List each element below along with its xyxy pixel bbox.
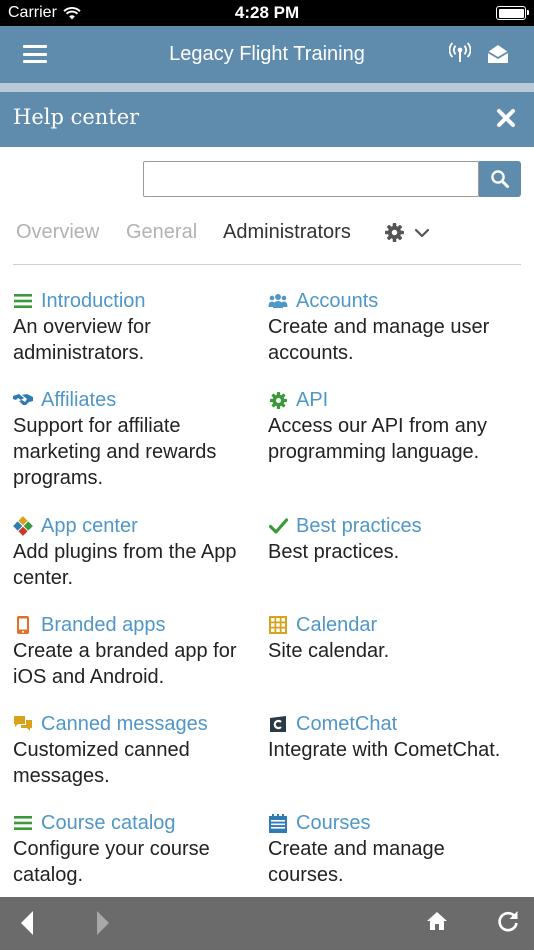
home-icon[interactable] [426,911,448,931]
topic-title[interactable]: Affiliates [41,389,116,412]
search-input[interactable] [143,161,479,197]
topic-title[interactable]: Branded apps [41,614,166,637]
checkmark-icon [268,516,288,536]
handshake-icon [13,390,33,410]
forward-arrow-icon[interactable] [95,910,111,936]
topic-title[interactable]: App center [41,515,138,538]
tab-overview[interactable]: Overview [16,221,99,244]
topic-description: Create a branded app for iOS and Android… [13,640,237,688]
list-icon [13,813,33,833]
topic-description: Integrate with CometChat. [268,739,501,761]
topic-title[interactable]: Introduction [41,290,146,313]
gear-icon [385,223,404,242]
calendar-list-icon [268,813,288,833]
topic-description: Configure your course catalog. [13,838,210,886]
close-icon[interactable] [496,108,516,128]
topic-accounts[interactable]: Accounts Create and manage user accounts… [268,289,518,366]
bottom-toolbar [0,897,534,950]
battery-icon [496,6,529,20]
topic-title[interactable]: Accounts [296,290,378,313]
status-bar: Carrier 4:28 PM [0,0,534,26]
topic-api[interactable]: API Access our API from any programming … [268,388,518,465]
chat-bubbles-icon [13,714,33,734]
envelope-icon[interactable] [486,43,510,65]
topic-title[interactable]: Calendar [296,614,377,637]
tab-general[interactable]: General [126,221,197,244]
topic-title[interactable]: Course catalog [41,812,176,835]
list-icon [13,291,33,311]
refresh-icon[interactable] [496,909,520,933]
tab-settings-menu[interactable] [384,222,430,243]
topic-cometchat[interactable]: CometChat Integrate with CometChat. [268,712,518,763]
topic-description: Add plugins from the App center. [13,541,237,589]
users-icon [268,291,288,311]
app-grid-icon [13,516,33,536]
calendar-grid-icon [268,615,288,635]
topic-course-catalog[interactable]: Course catalog Configure your course cat… [13,811,263,888]
topic-calendar[interactable]: Calendar Site calendar. [268,613,518,664]
topic-affiliates[interactable]: Affiliates Support for affiliate marketi… [13,388,263,491]
cometchat-icon [268,714,288,734]
topic-canned-messages[interactable]: Canned messages Customized canned messag… [13,712,263,789]
topic-title[interactable]: CometChat [296,713,397,736]
tabs-divider [13,264,521,265]
topic-description: Customized canned messages. [13,739,190,787]
topic-best-practices[interactable]: Best practices Best practices. [268,514,518,565]
topic-description: Access our API from any programming lang… [268,415,487,463]
tab-administrators[interactable]: Administrators [223,221,351,244]
search-icon [491,170,509,188]
topic-app-center[interactable]: App center Add plugins from the App cent… [13,514,263,591]
chevron-down-icon [414,228,430,237]
topic-title[interactable]: Best practices [296,515,422,538]
topic-description: An overview for administrators. [13,316,151,364]
topic-title[interactable]: Canned messages [41,713,208,736]
topic-description: Site calendar. [268,640,390,662]
topic-title[interactable]: Courses [296,812,370,835]
topic-description: Create and manage user accounts. [268,316,490,364]
header-separator [0,83,534,92]
search-button[interactable] [479,161,521,197]
topic-courses[interactable]: Courses Create and manage courses. [268,811,518,888]
cog-icon [268,390,288,410]
topic-title[interactable]: API [296,389,328,412]
topic-branded-apps[interactable]: Branded apps Create a branded app for iO… [13,613,263,690]
topic-description: Support for affiliate marketing and rewa… [13,415,217,489]
topic-description: Best practices. [268,541,400,563]
help-center-title: Help center [13,105,140,129]
broadcast-icon[interactable] [449,42,471,64]
topic-description: Create and manage courses. [268,838,445,886]
clock: 4:28 PM [234,3,300,22]
app-bar: Legacy Flight Training [0,26,534,83]
topic-introduction[interactable]: Introduction An overview for administrat… [13,289,263,366]
help-center-header: Help center [0,92,534,147]
back-arrow-icon[interactable] [19,910,35,936]
mobile-phone-icon [13,615,33,635]
